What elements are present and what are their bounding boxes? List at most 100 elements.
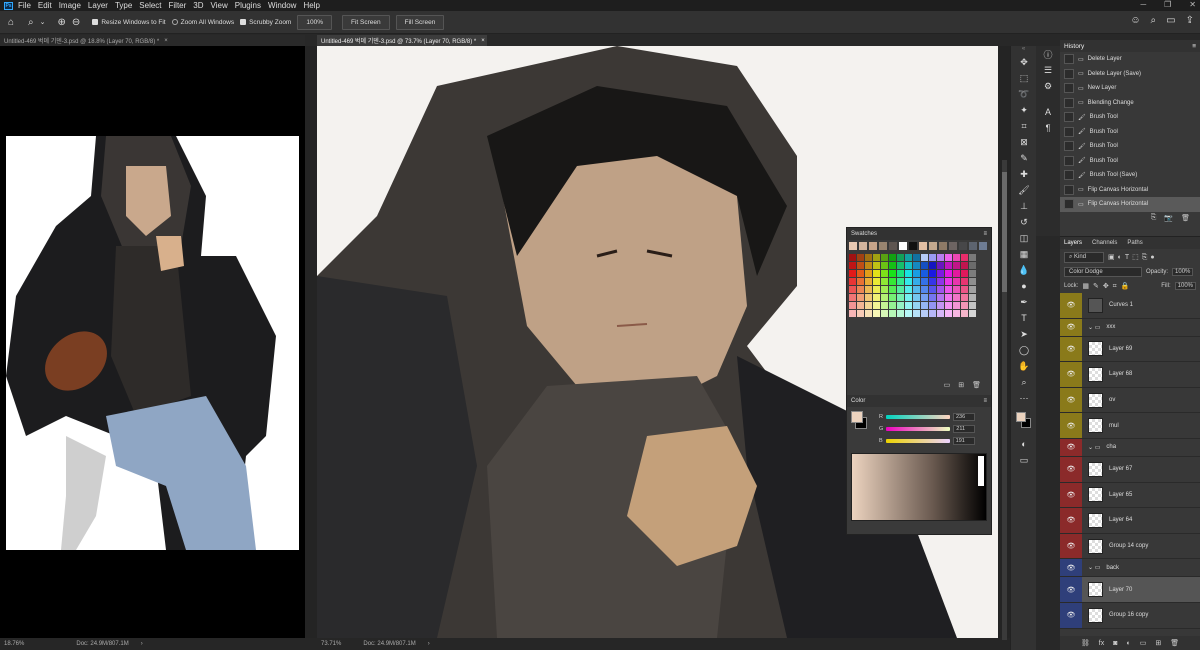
swatch[interactable]: [905, 286, 912, 293]
swatch[interactable]: [857, 262, 864, 269]
snapshot-icon[interactable]: 📷: [1164, 214, 1173, 222]
fill-input[interactable]: 100%: [1174, 282, 1196, 290]
swatch[interactable]: [889, 278, 896, 285]
color-ramp[interactable]: [851, 453, 987, 521]
swatch[interactable]: [979, 242, 987, 250]
swatch[interactable]: [929, 286, 936, 293]
swatch[interactable]: [857, 278, 864, 285]
swatch[interactable]: [857, 270, 864, 277]
swatch[interactable]: [929, 302, 936, 309]
visibility-eye-icon[interactable]: 👁: [1060, 293, 1082, 318]
panel-menu-icon[interactable]: ≡: [1192, 43, 1196, 50]
quick-mask-icon[interactable]: ◐: [1011, 436, 1037, 452]
layer-row[interactable]: 👁 Group 16 copy: [1060, 602, 1200, 629]
swatch[interactable]: [937, 310, 944, 317]
swatch[interactable]: [905, 270, 912, 277]
swatch[interactable]: [945, 294, 952, 301]
swatch[interactable]: [959, 242, 967, 250]
menu-window[interactable]: Window: [268, 1, 296, 10]
adjustments-icon[interactable]: ⚙: [1036, 78, 1060, 94]
visibility-eye-icon[interactable]: 👁: [1060, 482, 1082, 508]
opacity-input[interactable]: 100%: [1172, 268, 1194, 276]
fill-screen-button[interactable]: Fill Screen: [395, 14, 445, 30]
frame-tool-icon[interactable]: ⊠: [1011, 134, 1037, 150]
menu-layer[interactable]: Layer: [88, 1, 108, 10]
swatch[interactable]: [873, 270, 880, 277]
swatch[interactable]: [889, 270, 896, 277]
doc-tab-right[interactable]: Untitled-469 벅뎨 기덴-3.psd @ 73.7% (Layer …: [317, 35, 487, 46]
menu-file[interactable]: File: [18, 1, 31, 10]
swatch[interactable]: [909, 242, 917, 250]
zoom-icon[interactable]: ⌕: [28, 17, 34, 28]
fg-bg-swatches[interactable]: [851, 411, 871, 435]
visibility-eye-icon[interactable]: 👁: [1060, 413, 1082, 438]
history-item[interactable]: 🖌 Brush Tool: [1060, 110, 1200, 125]
swatch[interactable]: [937, 262, 944, 269]
swatch[interactable]: [961, 302, 968, 309]
swatch[interactable]: [889, 254, 896, 261]
swatch[interactable]: [929, 294, 936, 301]
swatch[interactable]: [905, 302, 912, 309]
history-item[interactable]: ▭ Flip Canvas Horizontal: [1060, 197, 1200, 212]
new-swatch-icon[interactable]: ⊞: [958, 381, 964, 389]
swatch[interactable]: [897, 254, 904, 261]
swatch[interactable]: [881, 262, 888, 269]
swatch[interactable]: [969, 286, 976, 293]
trash-icon[interactable]: 🗑: [972, 381, 981, 389]
swatch[interactable]: [969, 278, 976, 285]
swatch[interactable]: [897, 302, 904, 309]
swatch[interactable]: [873, 286, 880, 293]
swatch[interactable]: [921, 294, 928, 301]
swatch[interactable]: [913, 302, 920, 309]
marquee-tool-icon[interactable]: ⬚: [1011, 70, 1037, 86]
layer-row[interactable]: 👁 Group 14 copy: [1060, 533, 1200, 560]
swatch[interactable]: [857, 294, 864, 301]
layer-row[interactable]: 👁 Curves 1: [1060, 293, 1200, 319]
swatch[interactable]: [849, 286, 856, 293]
menu-select[interactable]: Select: [139, 1, 161, 10]
swatch[interactable]: [849, 302, 856, 309]
color-ramp-white[interactable]: [978, 456, 984, 486]
zoom-level-right[interactable]: 73.71%: [321, 641, 341, 647]
swatch[interactable]: [889, 310, 896, 317]
swatch[interactable]: [865, 262, 872, 269]
swatch[interactable]: [921, 302, 928, 309]
swatch[interactable]: [897, 278, 904, 285]
history-title[interactable]: History: [1064, 43, 1084, 50]
swatch[interactable]: [961, 262, 968, 269]
swatch[interactable]: [913, 278, 920, 285]
more-tools-icon[interactable]: ⋯: [1011, 390, 1037, 406]
swatch[interactable]: [921, 310, 928, 317]
swatch[interactable]: [859, 242, 867, 250]
swatch[interactable]: [873, 294, 880, 301]
close-icon[interactable]: ✕: [1189, 0, 1196, 9]
layer-row[interactable]: 👁 Layer 67: [1060, 456, 1200, 483]
swatch[interactable]: [881, 278, 888, 285]
layer-group-row[interactable]: 👁 ⌄ ▭ back: [1060, 559, 1200, 578]
panel-menu-icon[interactable]: ≡: [983, 398, 987, 404]
swatch-grid[interactable]: [847, 252, 991, 319]
fx-icon[interactable]: fx: [1099, 640, 1104, 647]
swatch[interactable]: [905, 254, 912, 261]
swatch[interactable]: [873, 310, 880, 317]
eraser-icon[interactable]: ◫: [1011, 230, 1037, 246]
layer-group-row[interactable]: 👁 ⌄ ▭ cha: [1060, 438, 1200, 457]
swatch[interactable]: [889, 242, 897, 250]
swatch[interactable]: [879, 242, 887, 250]
layer-row[interactable]: 👁 ov: [1060, 387, 1200, 414]
swatch[interactable]: [937, 254, 944, 261]
folder-icon[interactable]: ⌄ ▭: [1088, 564, 1100, 571]
chevron-down-icon[interactable]: ⌄: [40, 18, 46, 26]
new-group-icon[interactable]: ▭: [1140, 639, 1147, 647]
tool-color-swatches[interactable]: [1011, 406, 1036, 436]
folder-icon[interactable]: ⌄ ▭: [1088, 324, 1100, 331]
swatch[interactable]: [889, 302, 896, 309]
visibility-eye-icon[interactable]: 👁: [1060, 577, 1082, 602]
lock-icons[interactable]: ▦✎✥⌗🔒: [1082, 282, 1133, 291]
swatch[interactable]: [849, 310, 856, 317]
workspace-icon[interactable]: ▭: [1166, 15, 1175, 26]
resize-windows-checkbox[interactable]: Resize Windows to Fit: [92, 19, 166, 26]
zoom-in-icon[interactable]: ⊕: [58, 17, 66, 28]
menu-edit[interactable]: Edit: [38, 1, 52, 10]
swatch[interactable]: [913, 310, 920, 317]
